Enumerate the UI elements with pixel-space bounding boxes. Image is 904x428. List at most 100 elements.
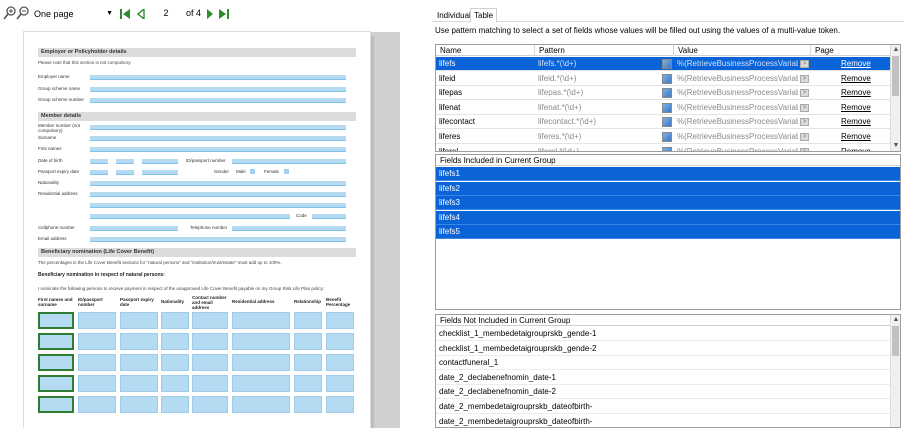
beneficiary-cell[interactable] (38, 375, 74, 392)
beneficiary-cell[interactable] (294, 333, 322, 350)
beneficiary-cell[interactable] (192, 396, 228, 413)
row-name[interactable]: lifeid (436, 72, 535, 86)
token-picker-icon[interactable] (662, 59, 672, 69)
row-name[interactable]: lifepas (436, 86, 535, 100)
beneficiary-cell[interactable] (120, 375, 158, 392)
page-number-input[interactable]: 2 (152, 7, 180, 20)
row-pattern[interactable]: lifepas.*(\d+) (535, 86, 656, 100)
table-row[interactable]: lifepas lifepas.*(\d+) %(RetrieveBusinessP… (436, 86, 892, 101)
row-pattern[interactable]: lifenat.*(\d+) (535, 101, 656, 115)
beneficiary-cell[interactable] (294, 312, 322, 329)
beneficiary-cell[interactable] (192, 312, 228, 329)
zoom-in-icon[interactable] (3, 5, 17, 21)
address-line-3-field[interactable] (90, 214, 290, 219)
row-name[interactable]: lifefs (436, 57, 535, 71)
beneficiary-cell[interactable] (120, 354, 158, 371)
token-picker-icon[interactable] (662, 146, 672, 151)
next-page-icon[interactable] (205, 9, 215, 19)
value-browse-button[interactable]: > (800, 74, 809, 83)
beneficiary-cell[interactable] (161, 375, 189, 392)
list-item[interactable]: contactfuneral_1 (436, 356, 890, 371)
beneficiary-cell[interactable] (78, 333, 116, 350)
beneficiary-cell[interactable] (232, 312, 290, 329)
remove-link[interactable]: Remove (838, 130, 888, 144)
excluded-scrollbar[interactable]: ▲ (890, 315, 900, 427)
remove-link[interactable]: Remove (838, 57, 888, 71)
pattern-grid[interactable]: Name Pattern Value Page lifefs lifefs.*(\… (435, 44, 901, 152)
beneficiary-cell[interactable] (192, 333, 228, 350)
address-line-1-field[interactable] (90, 192, 346, 197)
dob-month-field[interactable] (116, 159, 134, 164)
beneficiary-cell[interactable] (120, 396, 158, 413)
email-field[interactable] (90, 237, 346, 242)
table-row[interactable]: lifenat lifenat.*(\d+) %(RetrieveBusinessP… (436, 101, 892, 115)
value-browse-button[interactable]: > (800, 60, 809, 68)
last-page-icon[interactable] (219, 9, 229, 19)
id-passport-field[interactable] (232, 159, 346, 164)
dob-year-field[interactable] (142, 159, 178, 164)
row-name[interactable]: liferel (436, 145, 535, 151)
passport-year-field[interactable] (142, 170, 178, 175)
beneficiary-cell[interactable] (326, 354, 354, 371)
row-name[interactable]: liferes (436, 130, 535, 144)
row-pattern[interactable]: liferes.*(\d+) (535, 130, 656, 144)
list-item[interactable]: date_2_membedetaigrouprskb_dateofbirth- (436, 415, 890, 427)
beneficiary-cell[interactable] (120, 312, 158, 329)
list-item[interactable]: date_2_declabenefnomin_date-1 (436, 371, 890, 385)
beneficiary-cell[interactable] (294, 375, 322, 392)
beneficiary-cell[interactable] (232, 375, 290, 392)
beneficiary-cell[interactable] (161, 396, 189, 413)
beneficiary-cell[interactable] (78, 396, 116, 413)
scroll-thumb[interactable] (892, 56, 899, 96)
column-header-value[interactable]: Value (674, 45, 811, 56)
table-row[interactable]: liferes liferes.*(\d+) %(RetrieveBusinessP… (436, 130, 892, 144)
beneficiary-cell[interactable] (78, 312, 116, 329)
row-pattern[interactable]: liferel.*(\d+) (535, 145, 656, 151)
row-value[interactable]: %(RetrieveBusinessProcessVariables... (674, 130, 798, 144)
first-page-icon[interactable] (120, 9, 130, 19)
group-scheme-name-field[interactable] (90, 87, 346, 92)
token-picker-icon[interactable] (662, 88, 672, 99)
tab-table[interactable]: Table (470, 8, 498, 23)
document-area[interactable]: Employer or Policyholder details Please … (0, 26, 432, 428)
remove-link[interactable]: Remove (838, 115, 888, 129)
group-scheme-number-field[interactable] (90, 98, 346, 103)
value-browse-button[interactable]: > (800, 147, 809, 151)
nationality-field[interactable] (90, 181, 346, 186)
remove-link[interactable]: Remove (838, 72, 888, 86)
token-picker-icon[interactable] (662, 102, 672, 113)
row-value[interactable]: %(RetrieveBusinessProcessVariables... (674, 72, 798, 86)
cellphone-field[interactable] (90, 226, 178, 231)
first-names-field[interactable] (90, 147, 346, 152)
row-value[interactable]: %(RetrieveBusinessProcessVariables... (674, 101, 798, 115)
column-header-pattern[interactable]: Pattern (535, 45, 674, 56)
list-item[interactable]: lifefs4 (436, 210, 900, 225)
column-header-page[interactable]: Page (811, 45, 892, 56)
remove-link[interactable]: Remove (838, 145, 888, 151)
column-header-name[interactable]: Name (436, 45, 535, 56)
beneficiary-cell[interactable] (326, 375, 354, 392)
member-number-field[interactable] (90, 125, 346, 130)
male-checkbox[interactable] (250, 169, 255, 174)
female-checkbox[interactable] (284, 169, 289, 174)
grid-scrollbar[interactable]: ▲ ▼ (890, 45, 900, 151)
beneficiary-cell[interactable] (78, 375, 116, 392)
zoom-out-icon[interactable] (16, 5, 30, 21)
beneficiary-cell[interactable] (326, 396, 354, 413)
surname-field[interactable] (90, 136, 346, 141)
row-value[interactable]: %(RetrieveBusinessProcessVariables... (674, 145, 798, 151)
token-picker-icon[interactable] (662, 132, 672, 142)
list-item[interactable]: lifefs2 (436, 181, 900, 196)
postal-code-field[interactable] (312, 214, 346, 219)
beneficiary-cell[interactable] (38, 396, 74, 413)
table-row[interactable]: liferel liferel.*(\d+) %(RetrieveBusinessP… (436, 145, 892, 151)
row-value[interactable]: %(RetrieveBusinessProcessVariables... (674, 86, 798, 100)
value-browse-button[interactable]: > (800, 133, 809, 141)
beneficiary-cell[interactable] (38, 312, 74, 329)
token-picker-icon[interactable] (662, 117, 672, 128)
beneficiary-cell[interactable] (38, 333, 74, 350)
list-item[interactable]: checklist_1_membedetaigrouprskb_gende-2 (436, 342, 890, 356)
included-fields-list[interactable]: Fields Included in Current Group lifefs1… (435, 154, 901, 310)
row-name[interactable]: lifecontact (436, 115, 535, 129)
token-picker-icon[interactable] (662, 73, 672, 84)
